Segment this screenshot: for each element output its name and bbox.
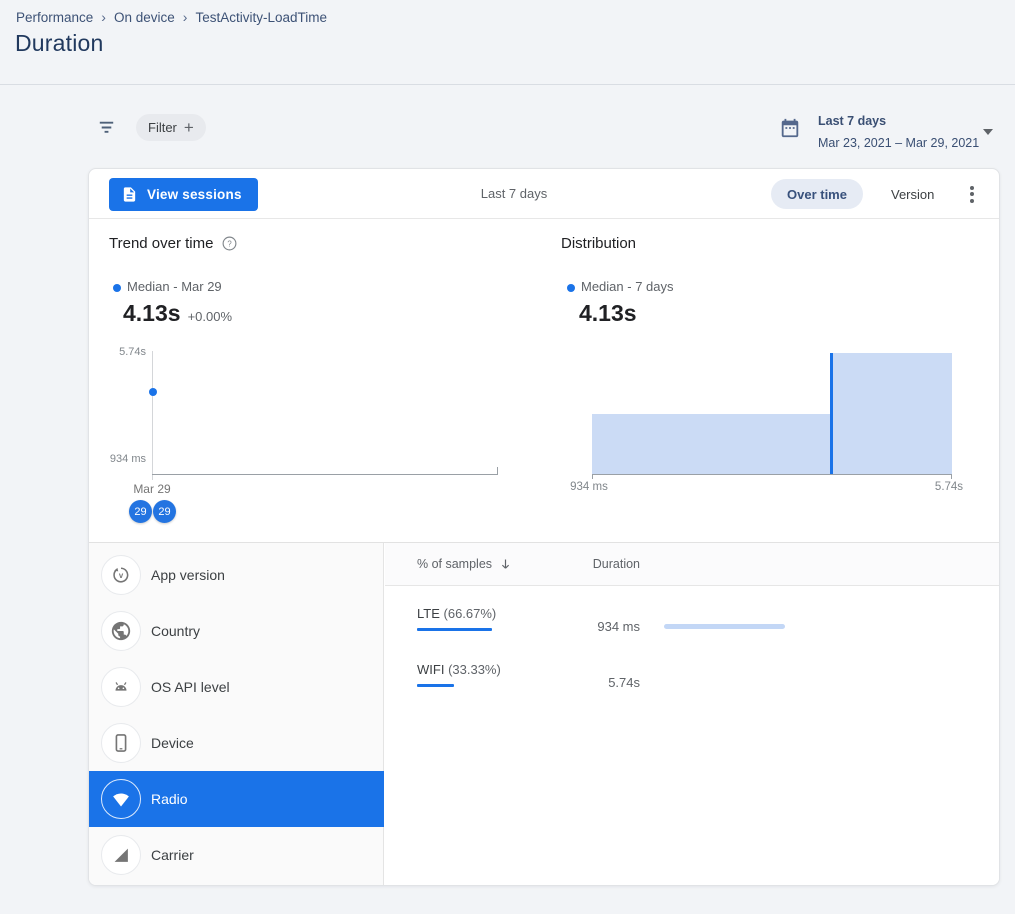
app-version-icon: v	[101, 555, 141, 595]
breadcrumb-performance[interactable]: Performance	[16, 10, 93, 25]
trend-value-text: 4.13s	[123, 300, 181, 327]
trend-x-axis-endtick	[497, 467, 498, 474]
row-duration-value: 5.74s	[560, 675, 640, 690]
breakdown-table: % of samples Duration LTE (66.67%) 934 m…	[385, 543, 1000, 886]
tab-version[interactable]: Version	[875, 179, 950, 209]
svg-text:?: ?	[228, 239, 233, 248]
svg-text:v: v	[119, 571, 124, 580]
trend-median-value: 4.13s +0.00%	[123, 300, 232, 327]
breakdown-table-header: % of samples Duration	[385, 543, 1000, 586]
globe-icon	[101, 611, 141, 651]
smartphone-icon	[101, 723, 141, 763]
trend-ytick-min: 934 ms	[94, 453, 146, 465]
add-filter-chip[interactable]: Filter +	[136, 114, 206, 141]
date-range-label: Mar 23, 2021 – Mar 29, 2021	[818, 136, 979, 150]
date-preset-label: Last 7 days	[818, 114, 886, 128]
distribution-xtick-min: 934 ms	[554, 481, 624, 493]
filter-list-icon[interactable]	[95, 116, 118, 139]
sort-descending-icon	[498, 557, 513, 572]
date-range-picker[interactable]: Last 7 days Mar 23, 2021 – Mar 29, 2021	[770, 108, 1000, 156]
view-sessions-label: View sessions	[147, 187, 242, 202]
trend-legend-label: Median - Mar 29	[127, 279, 222, 294]
trend-ytick-max: 5.74s	[94, 346, 146, 358]
filter-chip-label: Filter	[148, 120, 177, 135]
cellular-signal-icon	[101, 835, 141, 875]
distribution-section-title: Distribution	[561, 235, 636, 252]
sidebar-item-radio[interactable]: Radio	[89, 771, 384, 827]
distribution-endtick	[951, 474, 952, 479]
breadcrumb-on-device[interactable]: On device	[114, 10, 175, 25]
percent-text: (66.67%)	[444, 606, 497, 621]
row-label-lte[interactable]: LTE (66.67%)	[417, 606, 496, 621]
range-slider-handle-start[interactable]: 29	[129, 500, 152, 523]
sidebar-item-country[interactable]: Country	[89, 603, 384, 659]
sidebar-item-label: App version	[151, 547, 225, 603]
sidebar-item-label: Carrier	[151, 827, 194, 883]
tab-over-time[interactable]: Over time	[771, 179, 863, 209]
range-slider-handle-end[interactable]: 29	[153, 500, 176, 523]
row-label-wifi[interactable]: WIFI (33.33%)	[417, 662, 501, 677]
trend-section-title: Trend over time ?	[109, 235, 238, 252]
percent-text: (33.33%)	[448, 662, 501, 677]
trend-xtick-label: Mar 29	[126, 482, 178, 496]
column-header-duration: Duration	[560, 543, 640, 586]
sidebar-item-os-api-level[interactable]: OS API level	[89, 659, 384, 715]
duration-spark	[664, 624, 785, 629]
percent-underline	[417, 684, 454, 687]
trend-median-point	[149, 388, 157, 396]
android-icon	[101, 667, 141, 707]
divider	[0, 84, 1015, 85]
distribution-endtick	[592, 474, 593, 479]
performance-duration-page: Performance › On device › TestActivity-L…	[0, 0, 1015, 914]
breadcrumb: Performance › On device › TestActivity-L…	[16, 9, 327, 25]
page-title: Duration	[15, 30, 104, 57]
sidebar-item-label: Radio	[151, 771, 188, 827]
breakdown-sidebar: v App version Country OS API level	[89, 543, 384, 886]
sidebar-item-device[interactable]: Device	[89, 715, 384, 771]
view-sessions-button[interactable]: View sessions	[109, 178, 258, 211]
radio-type-text: WIFI	[417, 662, 444, 677]
sidebar-item-carrier[interactable]: Carrier	[89, 827, 384, 883]
row-duration-value: 934 ms	[560, 619, 640, 634]
header-period-label: Last 7 days	[454, 186, 574, 201]
breadcrumb-current: TestActivity-LoadTime	[195, 10, 327, 25]
card-header: View sessions Last 7 days Over time Vers…	[89, 169, 999, 219]
help-icon[interactable]: ?	[221, 235, 238, 252]
trend-title-text: Trend over time	[109, 235, 213, 252]
distribution-x-axis	[592, 474, 952, 475]
distribution-xtick-max: 5.74s	[914, 481, 984, 493]
calendar-icon	[779, 117, 801, 139]
sidebar-item-label: Device	[151, 715, 194, 771]
percent-underline	[417, 628, 492, 631]
sidebar-item-label: OS API level	[151, 659, 230, 715]
overflow-menu-icon[interactable]	[961, 183, 983, 205]
column-header-percent-of-samples[interactable]: % of samples	[417, 543, 513, 586]
distribution-title-text: Distribution	[561, 235, 636, 252]
breadcrumb-separator: ›	[101, 9, 106, 25]
trend-delta-text: +0.00%	[188, 309, 232, 324]
radio-type-text: LTE	[417, 606, 440, 621]
trend-y-axis	[152, 351, 153, 480]
distribution-median-value: 4.13s	[579, 300, 637, 327]
wifi-icon	[101, 779, 141, 819]
trend-chart: 5.74s 934 ms Mar 29	[152, 351, 498, 474]
sidebar-item-label: Country	[151, 603, 200, 659]
histogram-bar	[831, 353, 952, 474]
duration-card: View sessions Last 7 days Over time Vers…	[88, 168, 1000, 886]
plus-icon: +	[184, 118, 194, 138]
histogram-bar	[592, 414, 831, 475]
distribution-legend-label: Median - 7 days	[581, 279, 674, 294]
dropdown-caret-icon	[983, 129, 993, 135]
distribution-value-text: 4.13s	[579, 300, 637, 327]
distribution-plot: 934 ms 5.74s	[592, 353, 952, 474]
document-icon	[121, 186, 138, 203]
sidebar-item-app-version[interactable]: v App version	[89, 547, 384, 603]
trend-x-axis	[152, 474, 498, 475]
trend-legend-dot	[113, 284, 121, 292]
distribution-median-line	[830, 353, 833, 474]
distribution-legend-dot	[567, 284, 575, 292]
breadcrumb-separator: ›	[183, 9, 188, 25]
column-label: % of samples	[417, 543, 492, 586]
